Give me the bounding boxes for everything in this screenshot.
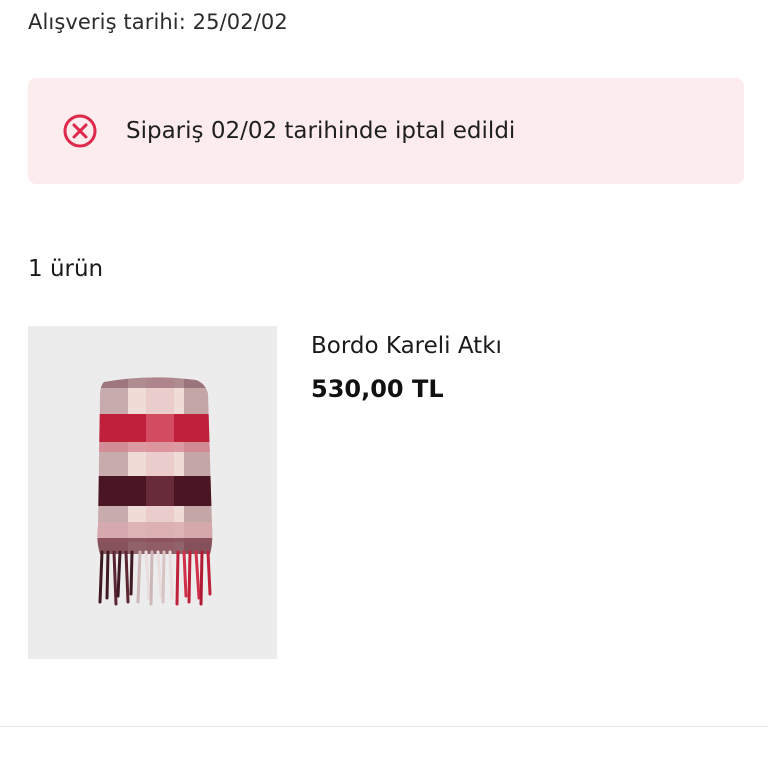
cancellation-banner: Sipariş 02/02 tarihinde iptal edildi xyxy=(28,78,744,184)
product-image[interactable] xyxy=(28,326,277,659)
section-divider xyxy=(0,726,768,727)
purchase-date: Alışveriş tarihi: 25/02/02 xyxy=(28,10,288,34)
product-price: 530,00 TL xyxy=(311,375,444,403)
cancellation-message: Sipariş 02/02 tarihinde iptal edildi xyxy=(126,118,516,144)
close-circle-icon xyxy=(62,113,98,149)
item-count: 1 ürün xyxy=(28,256,104,282)
product-name[interactable]: Bordo Kareli Atkı xyxy=(311,333,502,359)
